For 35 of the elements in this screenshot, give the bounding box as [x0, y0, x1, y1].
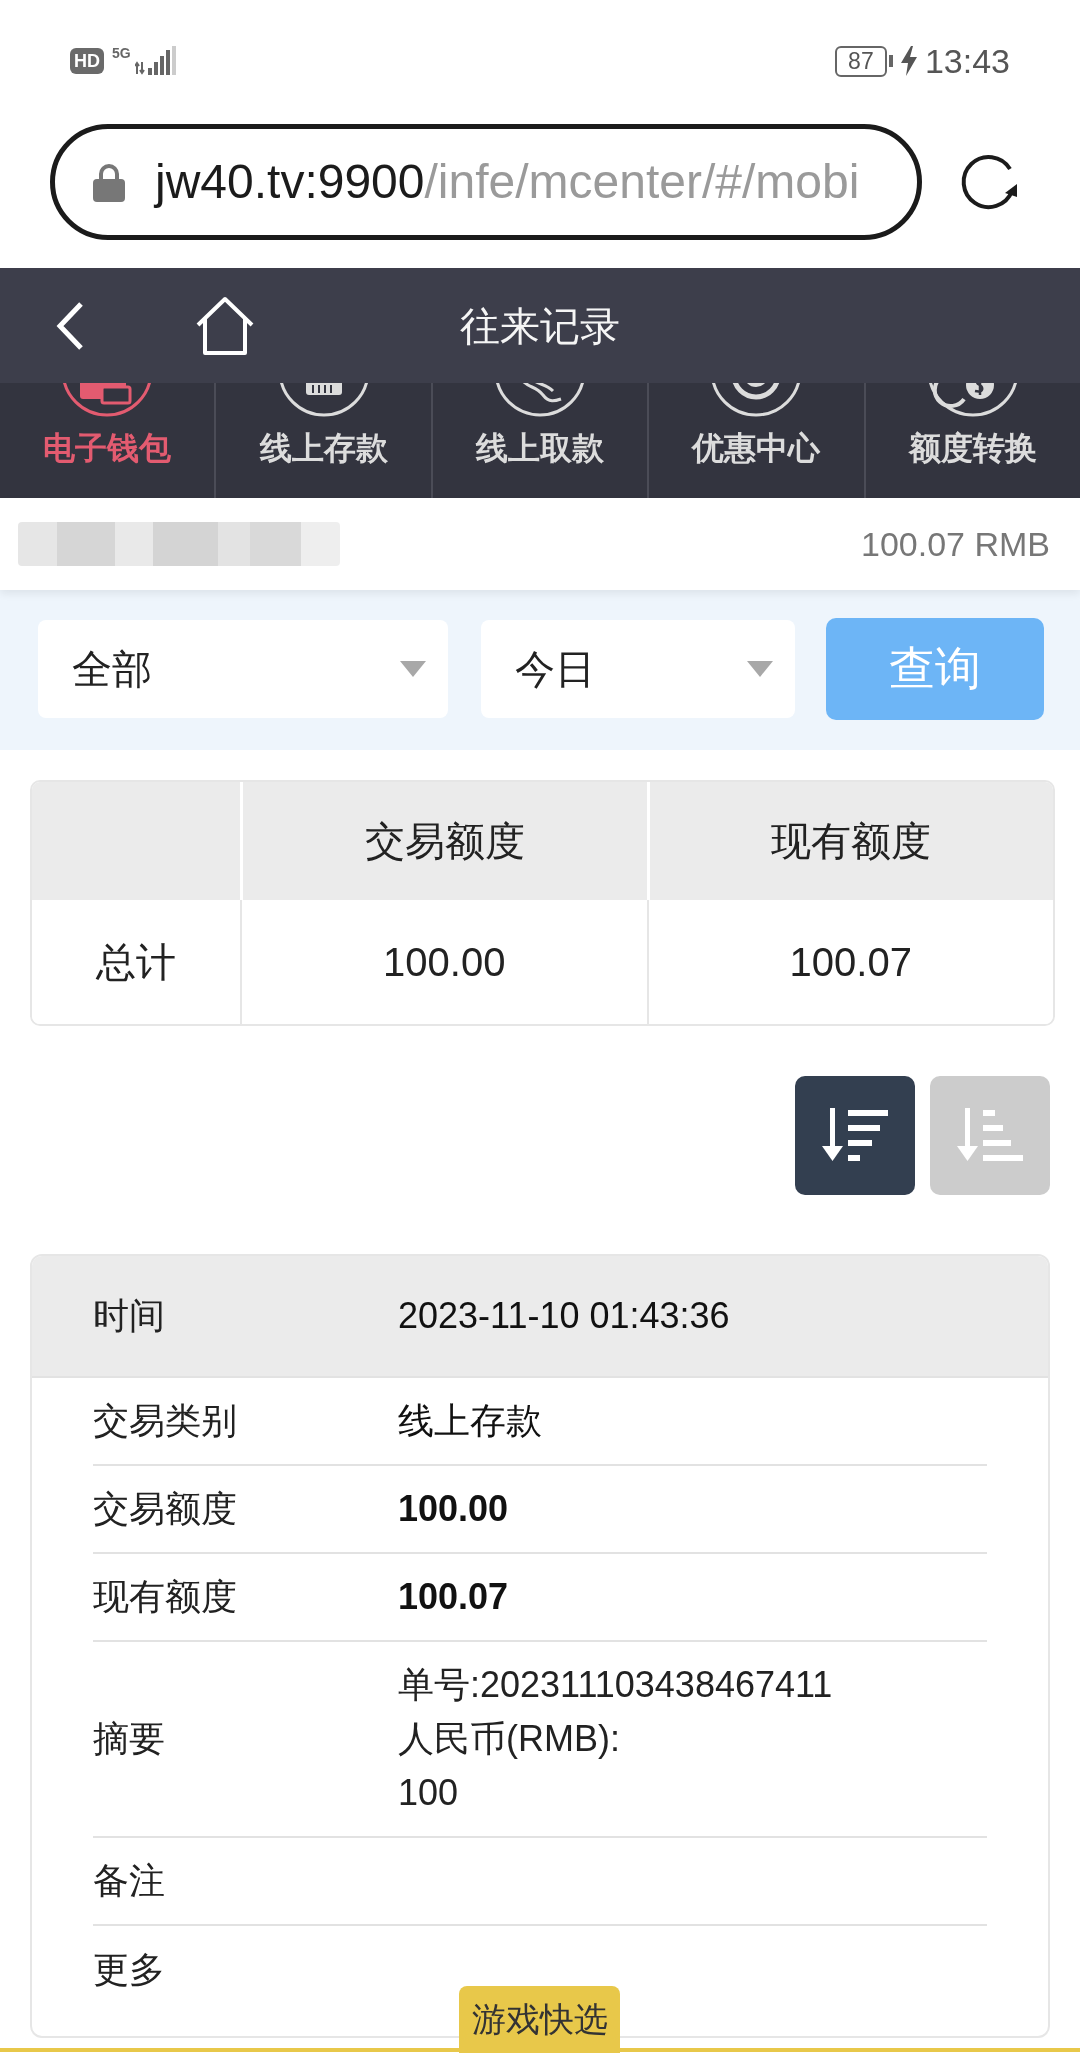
column-header: 交易额度	[240, 782, 647, 900]
tab[interactable]: 电子钱包	[0, 383, 215, 498]
time-value: 2023-11-10 01:43:36	[398, 1293, 731, 1338]
hand-icon	[495, 383, 585, 417]
game-quick-select-tab[interactable]: 游戏快选	[459, 1986, 620, 2053]
home-icon[interactable]	[195, 295, 255, 356]
charging-bolt-icon	[900, 46, 917, 76]
field-label: 现有额度	[93, 1574, 238, 1619]
summary-text: 单号:202311103438467411 人民币(RMB): 100	[398, 1663, 834, 1815]
url-field[interactable]: jw40.tv:9900/infe/mcenter/#/mobi	[50, 124, 922, 240]
field-label: 摘要	[93, 1716, 166, 1761]
field-label: 交易类别	[93, 1398, 238, 1443]
field-label: 更多	[93, 1947, 166, 1992]
period-select[interactable]: 今日	[481, 620, 795, 718]
field-label: 时间	[93, 1293, 166, 1338]
field-label: 备注	[93, 1858, 166, 1903]
battery-percent: 87	[848, 49, 874, 73]
network-label: 5G	[112, 46, 131, 60]
type-select[interactable]: 全部	[38, 620, 448, 718]
back-icon[interactable]	[55, 300, 85, 351]
table-cell: 100.07	[646, 900, 1053, 1024]
signal-icon	[134, 46, 177, 76]
lock-icon	[93, 162, 125, 202]
coin-icon	[711, 383, 802, 417]
caret-icon	[400, 661, 426, 677]
balance-text: 100.07 RMB	[861, 523, 1050, 565]
page-title: 往来记录	[460, 302, 620, 350]
sort-button[interactable]	[795, 1076, 915, 1195]
field-value: 100.07	[398, 1574, 510, 1619]
caret-icon	[747, 661, 773, 677]
hd-badge: HD	[70, 48, 104, 74]
field-value: 100.00	[398, 1486, 510, 1531]
field-label: 交易额度	[93, 1486, 238, 1531]
clock-time: 13:43	[924, 44, 1010, 78]
field-value: 线上存款	[398, 1398, 543, 1443]
